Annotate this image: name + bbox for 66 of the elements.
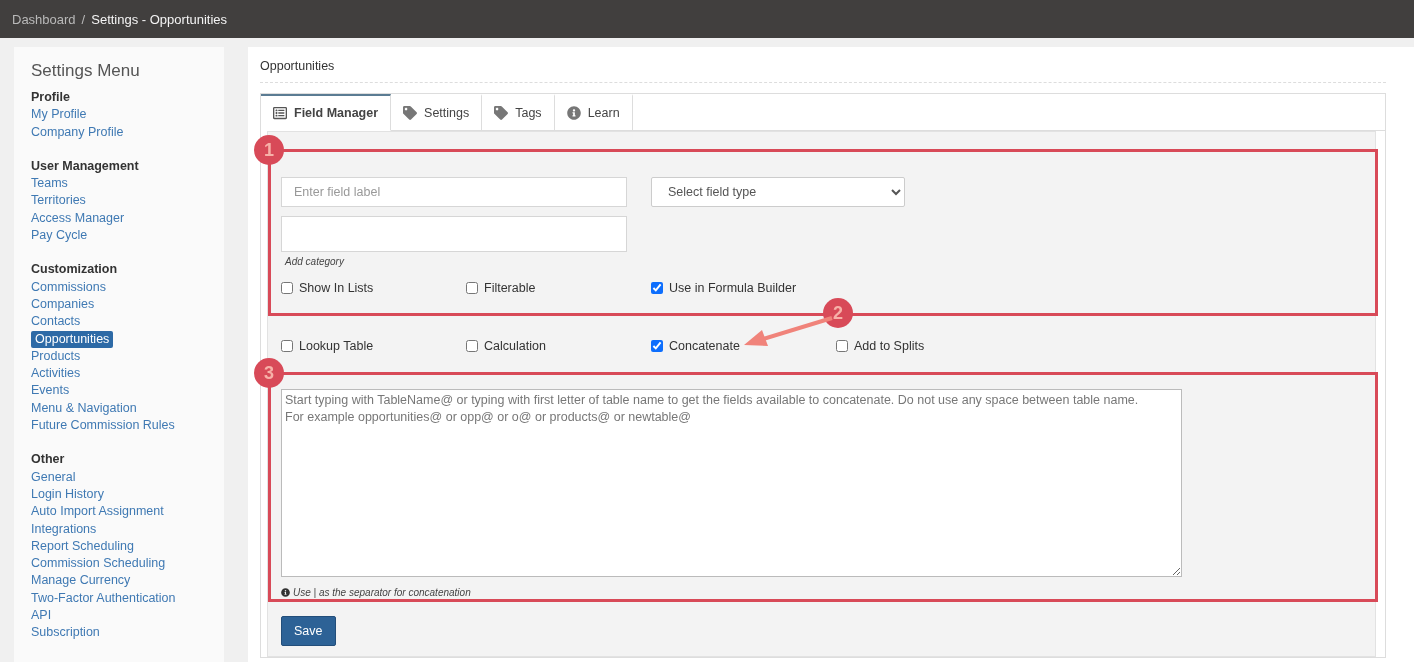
menu-group-heading: Customization xyxy=(31,261,118,279)
sidebar-link[interactable]: Commissions xyxy=(31,278,106,296)
sidebar-link[interactable]: My Profile xyxy=(31,106,87,124)
checkbox-label: Add to Splits xyxy=(854,339,925,353)
sidebar-link[interactable]: Pay Cycle xyxy=(31,227,88,245)
sidebar-link[interactable]: Auto Import Assignment xyxy=(31,503,164,521)
checkbox[interactable] xyxy=(651,282,663,294)
sidebar-link[interactable]: Events xyxy=(31,382,70,400)
checkbox-label: Show In Lists xyxy=(299,281,374,295)
list-icon xyxy=(273,106,287,120)
sidebar-link[interactable]: Companies xyxy=(31,295,95,314)
checkbox[interactable] xyxy=(281,282,293,294)
page-title: Opportunities xyxy=(260,59,1386,83)
field-caption: Add category xyxy=(285,256,344,267)
sidebar-link[interactable]: Activities xyxy=(31,365,81,383)
menu-group-heading: Other xyxy=(31,451,65,469)
checkbox-label: Concatenate xyxy=(669,339,740,353)
tab[interactable]: Learn xyxy=(554,94,633,131)
callout-number: 3 xyxy=(254,358,284,388)
sidebar-link[interactable]: Future Commission Rules xyxy=(31,417,175,435)
checkbox-label: Calculation xyxy=(484,339,546,353)
sidebar-link[interactable]: Integrations xyxy=(31,520,97,538)
breadcrumb-link[interactable]: Dashboard xyxy=(12,11,76,27)
checkbox[interactable] xyxy=(466,282,478,294)
info-icon xyxy=(566,106,581,120)
sidebar-title: Settings Menu xyxy=(31,61,141,81)
checkbox[interactable] xyxy=(466,340,478,352)
formula-textarea[interactable]: Start typing with TableName@ or typing with first letter of table name to get the fields available to concatenate. Do not use any space between table name. For example opportunities@ or opp@ or o@ or products@ or newtable@ xyxy=(281,389,1182,577)
sidebar-link[interactable]: Two-Factor Authentication xyxy=(31,589,176,607)
field-label-input[interactable]: Enter field label xyxy=(281,177,627,207)
sidebar-link[interactable]: Teams xyxy=(31,175,68,193)
checkbox-label: Filterable xyxy=(484,281,536,295)
sidebar-link[interactable]: Access Manager xyxy=(31,209,125,228)
info-icon xyxy=(281,588,290,597)
sidebar-link[interactable]: Contacts xyxy=(31,313,81,331)
sidebar-link[interactable]: Commission Scheduling xyxy=(31,555,166,573)
sidebar-link[interactable]: Company Profile xyxy=(31,123,124,141)
sidebar-link[interactable]: Products xyxy=(31,347,81,366)
checkbox-label: Use in Formula Builder xyxy=(669,281,797,295)
menu-group-heading: User Management xyxy=(31,157,139,175)
tab[interactable]: Settings xyxy=(391,94,483,131)
sidebar-link[interactable]: General xyxy=(31,468,76,486)
sidebar-link[interactable]: Menu & Navigation xyxy=(31,399,137,418)
checkbox[interactable] xyxy=(651,340,663,352)
category-input[interactable] xyxy=(281,216,627,252)
hint-text: Use | as the separator for concatenation xyxy=(293,587,471,598)
sidebar-link[interactable]: Opportunities xyxy=(31,330,114,348)
checkbox-label: Lookup Table xyxy=(299,339,374,353)
sidebar-link[interactable]: Territories xyxy=(31,192,86,210)
save-button[interactable]: Save xyxy=(281,616,336,646)
tab[interactable]: Field Manager xyxy=(261,94,392,131)
checkbox[interactable] xyxy=(836,340,848,352)
sidebar-link[interactable]: Report Scheduling xyxy=(31,537,134,556)
menu-group-heading: Profile xyxy=(31,89,70,106)
tag-icon xyxy=(403,106,418,120)
tab[interactable]: Tags xyxy=(482,94,555,131)
sidebar-link[interactable]: Subscription xyxy=(31,624,100,642)
checkbox[interactable] xyxy=(281,340,293,352)
sidebar-link[interactable]: Manage Currency xyxy=(31,572,131,590)
breadcrumb-separator: / xyxy=(81,11,86,27)
callout-number: 2 xyxy=(823,298,853,328)
field-type-select[interactable]: Select field type xyxy=(651,177,905,207)
callout-number: 1 xyxy=(254,135,284,165)
sidebar-link[interactable]: Login History xyxy=(31,485,104,504)
tag-icon xyxy=(494,106,509,120)
sidebar-link[interactable]: API xyxy=(31,607,52,625)
